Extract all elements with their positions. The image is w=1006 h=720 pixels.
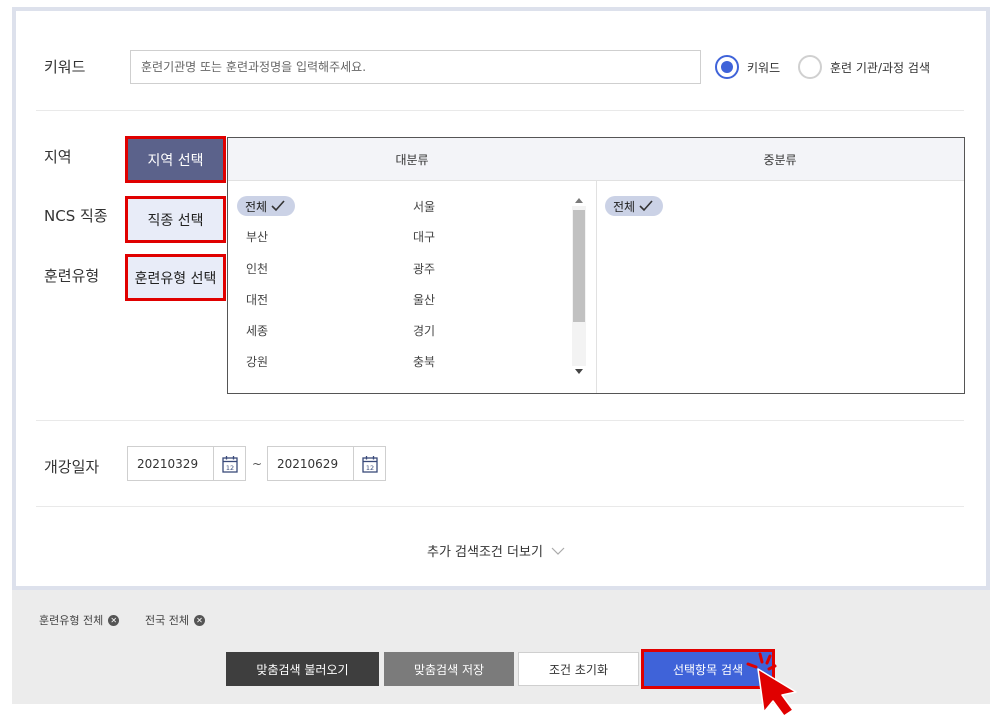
calendar-icon[interactable]: 12 bbox=[213, 447, 245, 480]
calendar-day: 12 bbox=[365, 464, 373, 472]
selected-tag-label: 전국 전체 bbox=[145, 614, 189, 627]
category-panel: 대분류 중분류 전체 부산 인천 대전 세종 강원 서울 대구 광주 울산 경기… bbox=[227, 137, 965, 394]
remove-tag-icon[interactable]: ✕ bbox=[108, 614, 120, 626]
minor-item-label: 전체 bbox=[613, 199, 636, 214]
region-item[interactable]: 충북 bbox=[413, 353, 435, 370]
major-category-header: 대분류 bbox=[395, 153, 429, 167]
region-item[interactable]: 인천 bbox=[246, 260, 268, 277]
training-type-select-button[interactable]: 훈련유형 선택 bbox=[125, 254, 226, 301]
ncs-select-button[interactable]: 직종 선택 bbox=[125, 196, 226, 243]
region-item[interactable]: 경기 bbox=[413, 322, 435, 339]
check-icon bbox=[639, 200, 653, 212]
end-date-value[interactable]: 20210629 bbox=[268, 447, 353, 480]
scroll-thumb[interactable] bbox=[573, 210, 585, 322]
start-date-field[interactable]: 20210329 12 bbox=[127, 446, 246, 481]
more-conditions-toggle[interactable]: 추가 검색조건 더보기 bbox=[427, 541, 565, 560]
radio-org-search[interactable]: 훈련 기관/과정 검색 bbox=[798, 54, 930, 80]
reset-conditions-button[interactable]: 조건 초기화 bbox=[518, 652, 639, 686]
region-item[interactable]: 울산 bbox=[413, 291, 435, 308]
end-date-field[interactable]: 20210629 12 bbox=[267, 446, 386, 481]
more-conditions-label: 추가 검색조건 더보기 bbox=[427, 545, 543, 560]
ncs-label: NCS 직종 bbox=[44, 207, 108, 225]
region-item[interactable]: 강원 bbox=[246, 353, 268, 370]
scroll-down-icon[interactable] bbox=[575, 369, 583, 374]
radio-keyword-label: 키워드 bbox=[747, 60, 781, 75]
selected-tag: 훈련유형 전체 ✕ bbox=[39, 612, 120, 628]
region-item[interactable]: 부산 bbox=[246, 228, 268, 245]
minor-category-header: 중분류 bbox=[763, 153, 797, 167]
click-cursor-icon bbox=[746, 652, 797, 717]
region-item[interactable]: 세종 bbox=[246, 322, 268, 339]
region-item[interactable]: 대전 bbox=[246, 291, 268, 308]
region-item[interactable]: 서울 bbox=[413, 198, 435, 215]
keyword-label: 키워드 bbox=[44, 58, 86, 76]
calendar-icon[interactable]: 12 bbox=[353, 447, 385, 480]
training-type-label: 훈련유형 bbox=[44, 267, 100, 285]
region-item-label: 전체 bbox=[245, 199, 268, 214]
remove-tag-icon[interactable]: ✕ bbox=[193, 614, 205, 626]
start-date-value[interactable]: 20210329 bbox=[128, 447, 213, 480]
region-item[interactable]: 대구 bbox=[413, 228, 435, 245]
selected-conditions-bar bbox=[12, 590, 990, 704]
save-custom-search-button[interactable]: 맞춤검색 저장 bbox=[384, 652, 514, 686]
keyword-input[interactable] bbox=[130, 50, 701, 84]
region-label: 지역 bbox=[44, 148, 72, 166]
start-date-label: 개강일자 bbox=[44, 458, 100, 476]
radio-keyword[interactable]: 키워드 bbox=[715, 54, 780, 80]
major-list-scrollbar[interactable] bbox=[572, 194, 586, 379]
scroll-up-icon[interactable] bbox=[575, 198, 583, 203]
selected-tag: 전국 전체 ✕ bbox=[145, 612, 205, 628]
radio-unchecked-icon bbox=[798, 55, 822, 79]
region-item-selected[interactable]: 전체 bbox=[237, 196, 296, 216]
panel-separator bbox=[596, 181, 597, 393]
divider bbox=[36, 506, 964, 507]
check-icon bbox=[271, 200, 285, 212]
panel-header: 대분류 중분류 bbox=[228, 138, 964, 181]
calendar-day: 12 bbox=[225, 464, 233, 472]
chevron-down-icon bbox=[551, 547, 565, 555]
date-range-separator: ~ bbox=[252, 457, 263, 471]
region-item[interactable]: 광주 bbox=[413, 260, 435, 277]
divider bbox=[36, 110, 964, 111]
radio-checked-icon bbox=[715, 55, 739, 79]
radio-org-label: 훈련 기관/과정 검색 bbox=[830, 60, 930, 75]
divider bbox=[36, 420, 964, 421]
region-select-button[interactable]: 지역 선택 bbox=[125, 136, 226, 183]
minor-item-selected[interactable]: 전체 bbox=[605, 196, 664, 216]
selected-tag-label: 훈련유형 전체 bbox=[39, 614, 104, 627]
load-custom-search-button[interactable]: 맞춤검색 불러오기 bbox=[226, 652, 379, 686]
